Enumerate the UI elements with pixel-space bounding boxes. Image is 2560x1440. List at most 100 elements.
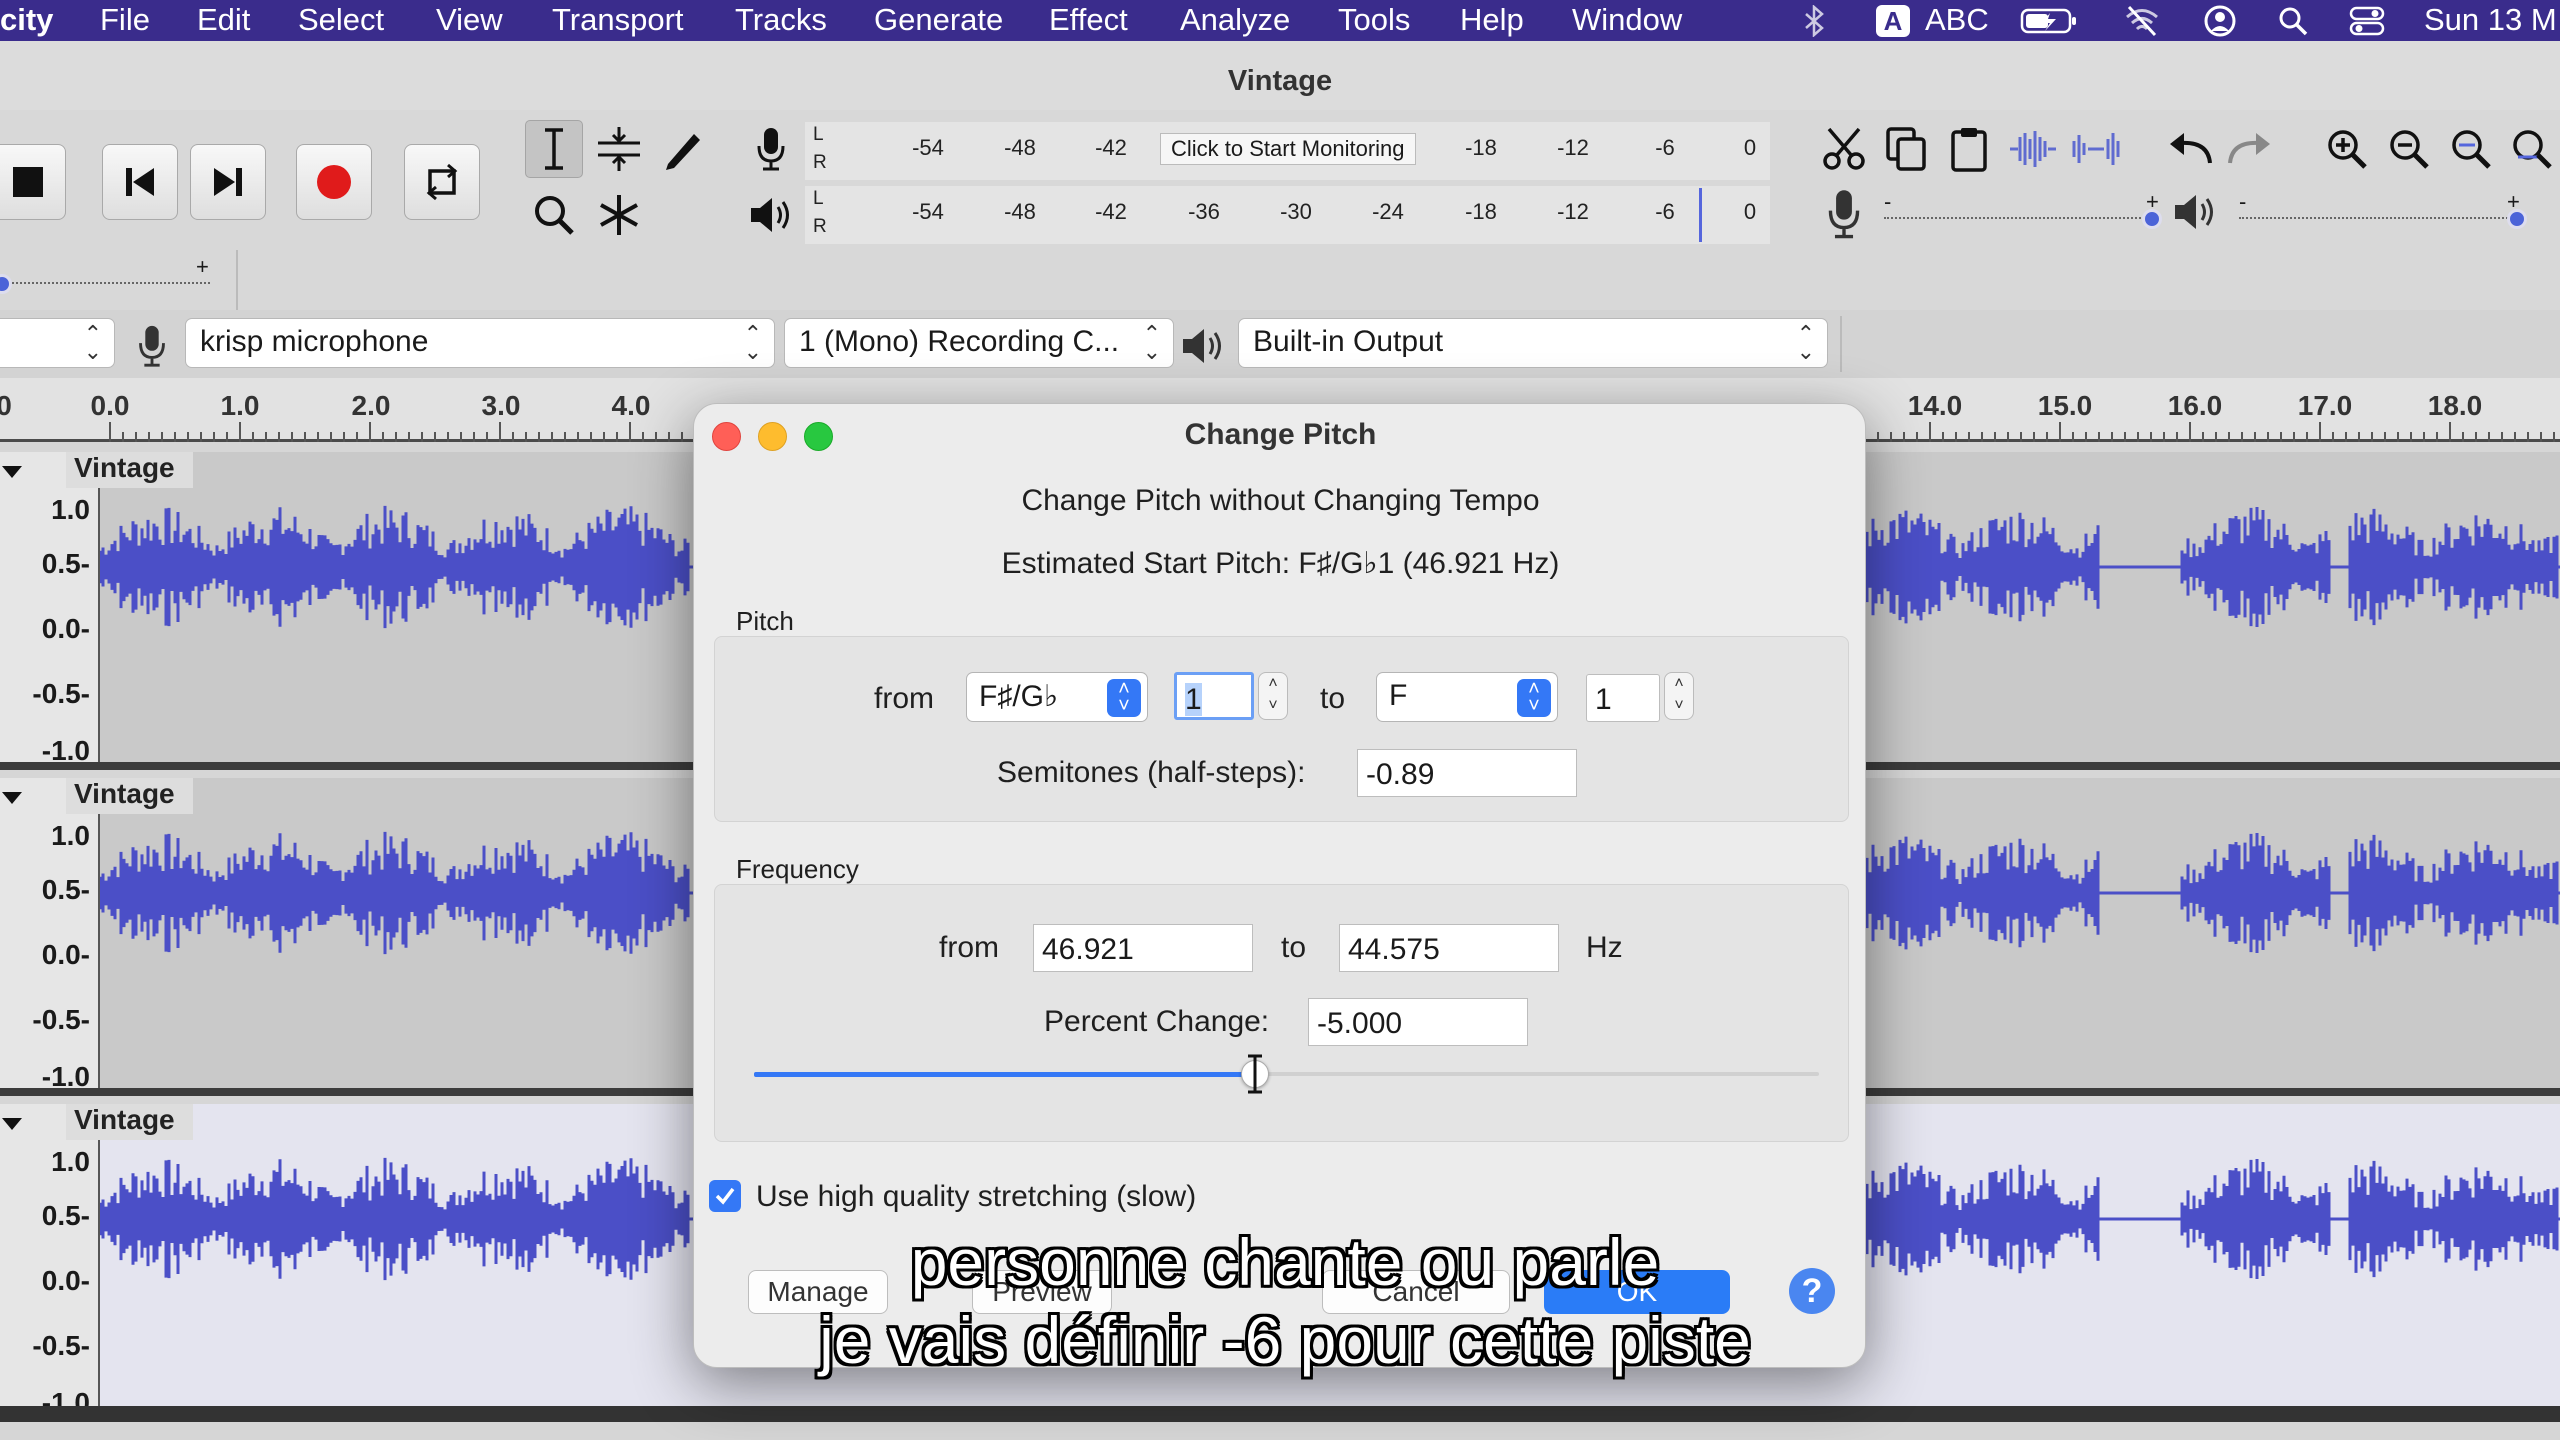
channel-left-label: L (813, 188, 824, 209)
speaker-icon (2175, 195, 2213, 229)
percent-change-input[interactable]: -5.000 (1308, 998, 1528, 1046)
record-meter-button[interactable] (742, 120, 800, 178)
from-octave-input[interactable]: 1 (1174, 672, 1254, 720)
from-note-value: F♯/G♭ (979, 680, 1059, 713)
to-octave-input[interactable]: 1 (1586, 674, 1660, 722)
track-name[interactable]: Vintage (66, 452, 193, 488)
selection-tool-button[interactable] (525, 120, 583, 178)
meter-tick: -42 (1095, 135, 1127, 160)
menu-file[interactable]: File (100, 2, 150, 38)
envelope-tool-button[interactable] (590, 120, 648, 178)
channel-right-label: R (813, 216, 827, 237)
playback-volume-slider[interactable]: - + (2235, 189, 2535, 235)
meter-tick: -18 (1465, 135, 1497, 160)
meter-tick: 0 (1743, 135, 1757, 160)
playback-device-select[interactable]: Built-in Output ⌃ ⌄ (1238, 318, 1828, 368)
from-note-select[interactable]: F♯/G♭ ˄ ˅ (966, 672, 1148, 722)
playback-meter[interactable]: L R -54 -48 -42 -36 -30 -24 -18 -12 -6 0 (805, 186, 1770, 244)
zoom-tool-button[interactable] (525, 186, 583, 244)
recording-volume-slider[interactable]: - + (1880, 189, 2162, 235)
recording-device-select[interactable]: krisp microphone ⌃ ⌄ (185, 318, 775, 368)
microphone-icon (757, 128, 785, 171)
silence-button[interactable] (2068, 120, 2126, 178)
copy-button[interactable] (1877, 120, 1935, 178)
menu-generate[interactable]: Generate (874, 2, 1003, 38)
slider-thumb[interactable] (2507, 209, 2527, 229)
meter-tick: -12 (1557, 199, 1589, 224)
user-account-icon[interactable] (2200, 4, 2240, 38)
frequency-from-input[interactable]: 46.921 (1033, 924, 1253, 972)
skip-to-end-icon (214, 168, 242, 196)
recording-channels-value: 1 (Mono) Recording C... (799, 325, 1120, 358)
redo-button[interactable] (2222, 120, 2280, 178)
ruler-label: 1.0 (220, 390, 260, 421)
keyboard-a-icon[interactable]: A (1874, 4, 1912, 38)
menu-view[interactable]: View (436, 2, 503, 38)
menu-edit[interactable]: Edit (197, 2, 250, 38)
zoom-in-button[interactable] (2318, 120, 2376, 178)
menu-effect[interactable]: Effect (1049, 2, 1128, 38)
skip-to-start-button[interactable] (102, 144, 178, 220)
menu-help[interactable]: Help (1460, 2, 1524, 38)
fit-selection-button[interactable] (2442, 120, 2500, 178)
track-name[interactable]: Vintage (66, 1104, 193, 1140)
bluetooth-icon[interactable] (1795, 4, 1835, 38)
slider-thumb[interactable] (2142, 209, 2162, 229)
high-quality-checkbox[interactable] (709, 1180, 741, 1212)
menu-tracks[interactable]: Tracks (735, 2, 827, 38)
percent-change-slider[interactable] (754, 1054, 1819, 1094)
menu-window[interactable]: Window (1572, 2, 1682, 38)
track-menu-arrow-icon[interactable] (0, 1114, 24, 1134)
meter-tick: -54 (912, 199, 944, 224)
high-quality-label[interactable]: Use high quality stretching (slow) (756, 1180, 1196, 1214)
cut-button[interactable] (1815, 120, 1873, 178)
start-monitoring-button[interactable]: Click to Start Monitoring (1160, 133, 1416, 165)
record-meter[interactable]: L R -54 -48 -42 Click to Start Monitorin… (805, 122, 1770, 180)
stop-button[interactable] (0, 144, 66, 220)
frequency-group-label: Frequency (736, 854, 859, 884)
chevron-updown-icon: ˄ ˅ (1517, 679, 1551, 717)
slider-thumb[interactable] (0, 274, 12, 294)
trim-button[interactable] (2004, 120, 2062, 178)
playback-meter-button[interactable] (742, 186, 800, 244)
from-octave-stepper[interactable]: ˄ ˅ (1258, 672, 1288, 720)
zoom-out-button[interactable] (2380, 120, 2438, 178)
menu-tools[interactable]: Tools (1338, 2, 1410, 38)
track-name[interactable]: Vintage (66, 778, 193, 814)
audio-host-select[interactable]: ⌃ ⌄ (0, 318, 115, 368)
dialog-title: Change Pitch (1184, 418, 1377, 451)
menu-analyze[interactable]: Analyze (1180, 2, 1290, 38)
video-subtitles: personne chante ou parle je vais définir… (720, 1223, 1850, 1379)
control-center-icon[interactable] (2345, 4, 2389, 38)
track-menu-arrow-icon[interactable] (0, 788, 24, 808)
menu-select[interactable]: Select (298, 2, 384, 38)
recording-channels-select[interactable]: 1 (Mono) Recording C... ⌃ ⌄ (784, 318, 1174, 368)
loop-button[interactable] (404, 144, 480, 220)
scale-label: -0.5- (32, 678, 90, 709)
slider-fill (754, 1072, 1255, 1077)
frequency-to-input[interactable]: 44.575 (1339, 924, 1559, 972)
fit-project-button[interactable] (2503, 120, 2560, 178)
wifi-off-icon[interactable] (2120, 4, 2164, 38)
input-source-label[interactable]: ABC (1925, 2, 1989, 38)
subtitle-line: je vais définir -6 pour cette piste (819, 1303, 1751, 1377)
skip-to-end-button[interactable] (190, 144, 266, 220)
to-note-select[interactable]: F ˄ ˅ (1376, 672, 1558, 722)
to-octave-value: 1 (1595, 683, 1612, 716)
undo-button[interactable] (2160, 120, 2218, 178)
menu-bar: city File Edit Select View Transport Tra… (0, 0, 2560, 41)
semitones-input[interactable]: -0.89 (1357, 749, 1577, 797)
to-octave-stepper[interactable]: ˄ ˅ (1664, 672, 1694, 720)
battery-charging-icon[interactable] (2018, 4, 2080, 38)
menubar-clock[interactable]: Sun 13 M (2424, 2, 2557, 38)
record-button[interactable] (296, 144, 372, 220)
subtitle-line: personne chante ou parle (910, 1225, 1660, 1299)
multi-tool-button[interactable] (590, 186, 648, 244)
playback-speed-slider[interactable]: + (0, 254, 220, 300)
draw-tool-button[interactable] (654, 120, 712, 178)
track-menu-arrow-icon[interactable] (0, 462, 24, 482)
app-menu[interactable]: city (0, 2, 53, 38)
menu-transport[interactable]: Transport (552, 2, 684, 38)
spotlight-search-icon[interactable] (2273, 4, 2313, 38)
paste-button[interactable] (1940, 120, 1998, 178)
